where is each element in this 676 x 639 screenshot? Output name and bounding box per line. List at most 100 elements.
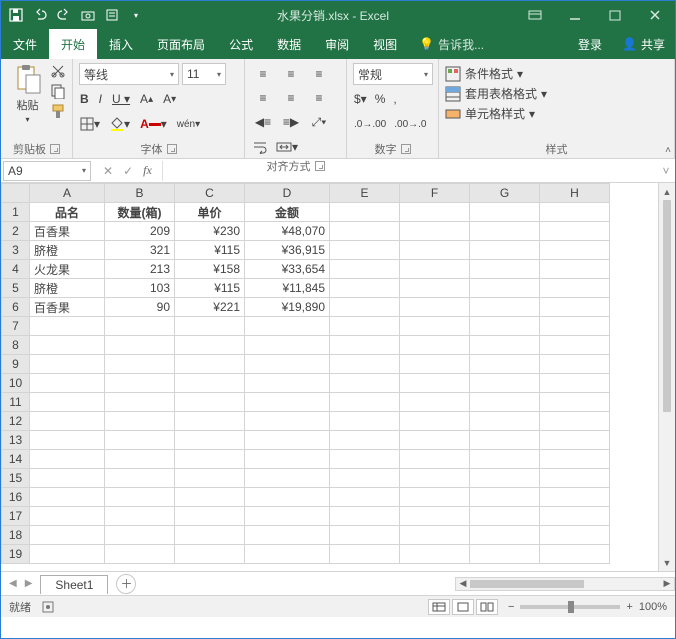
camera-icon[interactable]: [81, 8, 95, 22]
fx-icon[interactable]: fx: [143, 163, 152, 178]
cell[interactable]: [105, 488, 175, 507]
row-header[interactable]: 2: [2, 222, 30, 241]
cell[interactable]: [400, 526, 470, 545]
login-button[interactable]: 登录: [568, 36, 612, 53]
row-header[interactable]: 1: [2, 203, 30, 222]
scroll-right-icon[interactable]: ▶: [660, 578, 674, 589]
cell[interactable]: [540, 431, 610, 450]
format-painter-icon[interactable]: [50, 103, 66, 119]
cell[interactable]: 品名: [30, 203, 105, 222]
expand-formula-bar-icon[interactable]: ˅: [657, 164, 675, 178]
cell[interactable]: [330, 393, 400, 412]
cell[interactable]: [330, 336, 400, 355]
cell[interactable]: [540, 488, 610, 507]
cell[interactable]: ¥115: [175, 279, 245, 298]
next-sheet-icon[interactable]: ▶: [25, 578, 33, 589]
column-header[interactable]: F: [400, 184, 470, 203]
cell[interactable]: 火龙果: [30, 260, 105, 279]
cell[interactable]: [245, 412, 330, 431]
cell[interactable]: [175, 545, 245, 564]
cell[interactable]: [540, 222, 610, 241]
cell[interactable]: [400, 393, 470, 412]
wrap-text-icon[interactable]: [251, 136, 269, 158]
cell[interactable]: [540, 412, 610, 431]
share-button[interactable]: 👤共享: [612, 36, 675, 53]
cell[interactable]: [470, 222, 540, 241]
bold-button[interactable]: B: [79, 88, 90, 110]
cell[interactable]: [105, 355, 175, 374]
decrease-indent-icon[interactable]: ◀≡: [251, 111, 275, 133]
cell[interactable]: [105, 412, 175, 431]
scroll-left-icon[interactable]: ◀: [456, 578, 470, 589]
cell[interactable]: [470, 336, 540, 355]
row-header[interactable]: 9: [2, 355, 30, 374]
align-bottom-icon[interactable]: ≡: [307, 63, 331, 85]
cell[interactable]: [30, 431, 105, 450]
cell[interactable]: [330, 317, 400, 336]
maximize-button[interactable]: [595, 1, 635, 29]
cell[interactable]: [330, 488, 400, 507]
new-sheet-button[interactable]: ＋: [116, 574, 136, 594]
cell[interactable]: ¥19,890: [245, 298, 330, 317]
cell[interactable]: [400, 241, 470, 260]
cell[interactable]: [400, 260, 470, 279]
dialog-launcher-icon[interactable]: [315, 161, 325, 171]
cell[interactable]: [245, 431, 330, 450]
cell[interactable]: [175, 317, 245, 336]
prev-sheet-icon[interactable]: ◀: [9, 578, 17, 589]
page-break-view-icon[interactable]: [476, 599, 498, 615]
cell[interactable]: [470, 507, 540, 526]
font-size-dropdown[interactable]: 11▾: [182, 63, 226, 85]
cell[interactable]: [105, 450, 175, 469]
cell[interactable]: [175, 374, 245, 393]
align-left-icon[interactable]: ≡: [251, 87, 275, 109]
cell-styles-button[interactable]: 单元格样式 ▾: [445, 105, 668, 122]
cell[interactable]: [330, 545, 400, 564]
cell[interactable]: [30, 507, 105, 526]
cell[interactable]: 脐橙: [30, 279, 105, 298]
cell[interactable]: [30, 393, 105, 412]
cell[interactable]: [245, 317, 330, 336]
cell[interactable]: [540, 450, 610, 469]
cell[interactable]: [105, 526, 175, 545]
cell[interactable]: ¥36,915: [245, 241, 330, 260]
sheet-nav[interactable]: ◀▶: [1, 578, 40, 589]
grow-font-button[interactable]: A▴: [139, 88, 154, 110]
merge-center-icon[interactable]: ▾: [275, 136, 299, 158]
cell[interactable]: 百香果: [30, 298, 105, 317]
cell[interactable]: [540, 469, 610, 488]
zoom-out-button[interactable]: −: [508, 601, 514, 613]
row-header[interactable]: 11: [2, 393, 30, 412]
align-top-icon[interactable]: ≡: [251, 63, 275, 85]
tab-home[interactable]: 开始: [49, 29, 97, 59]
cell[interactable]: [105, 336, 175, 355]
cell[interactable]: [30, 526, 105, 545]
cell[interactable]: 213: [105, 260, 175, 279]
cell[interactable]: [175, 507, 245, 526]
align-middle-icon[interactable]: ≡: [279, 63, 303, 85]
row-header[interactable]: 13: [2, 431, 30, 450]
scrollbar-thumb[interactable]: [663, 200, 671, 412]
percent-format-icon[interactable]: %: [374, 88, 387, 110]
cell[interactable]: [30, 412, 105, 431]
cell[interactable]: [400, 336, 470, 355]
increase-indent-icon[interactable]: ≡▶: [279, 111, 303, 133]
tab-view[interactable]: 视图: [361, 29, 409, 59]
cell[interactable]: [400, 488, 470, 507]
cell[interactable]: [330, 260, 400, 279]
cell[interactable]: [540, 203, 610, 222]
number-format-dropdown[interactable]: 常规▾: [353, 63, 433, 85]
cell[interactable]: [400, 317, 470, 336]
cell[interactable]: [400, 545, 470, 564]
row-header[interactable]: 16: [2, 488, 30, 507]
cell[interactable]: [330, 222, 400, 241]
cell[interactable]: [470, 279, 540, 298]
close-button[interactable]: [635, 1, 675, 29]
cell[interactable]: [330, 431, 400, 450]
shrink-font-button[interactable]: A▾: [162, 88, 177, 110]
cell[interactable]: [105, 393, 175, 412]
qat-customize-icon[interactable]: ▾: [129, 8, 143, 22]
cell[interactable]: 数量(箱): [105, 203, 175, 222]
sheet-tab-sheet1[interactable]: Sheet1: [40, 575, 108, 594]
tab-file[interactable]: 文件: [1, 29, 49, 59]
